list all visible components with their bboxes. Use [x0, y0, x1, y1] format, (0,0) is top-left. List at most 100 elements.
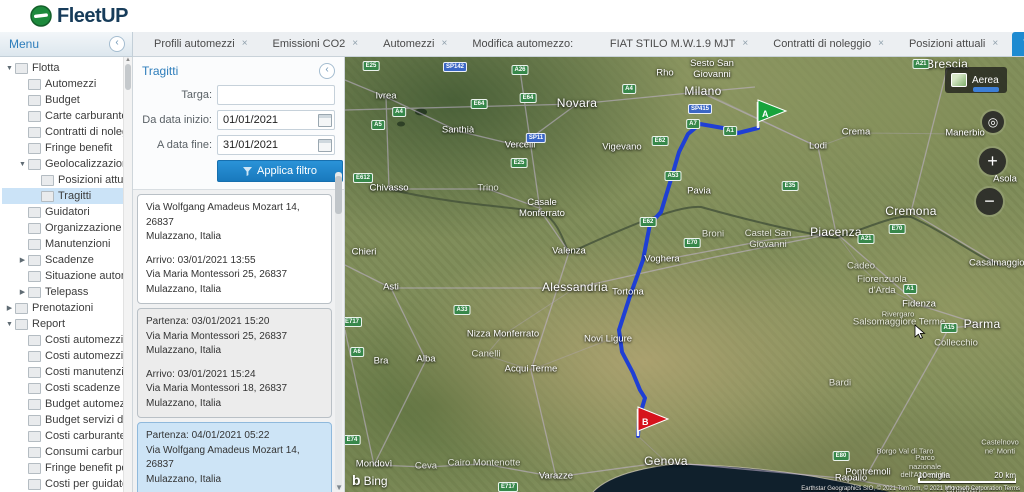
tree-item-icon — [28, 222, 41, 234]
tree-item-label: Fringe benefit pe... — [45, 462, 124, 474]
locate-button[interactable]: ◎ — [982, 111, 1004, 133]
sidebar-item-organizzazione[interactable]: Organizzazione — [2, 220, 124, 236]
trips-scrollbar[interactable] — [335, 172, 342, 490]
sidebar-item-tragitti[interactable]: Tragitti — [2, 188, 124, 204]
tab-6[interactable]: Tragitti× — [1012, 32, 1024, 56]
scroll-up-icon[interactable]: ▲ — [125, 57, 131, 63]
tab-4[interactable]: Contratti di noleggio × — [762, 32, 895, 56]
sidebar-item-report[interactable]: ▼ Report — [2, 316, 124, 332]
tab-close-icon[interactable]: × — [442, 39, 448, 49]
sidebar-item-geolocalizzazione[interactable]: ▼ Geolocalizzazione — [2, 156, 124, 172]
sidebar-item-costi-carburante[interactable]: Costi carburante — [2, 428, 124, 444]
sidebar-collapse-icon[interactable]: ‹ — [109, 36, 125, 52]
map-label-ivrea: Ivrea — [375, 90, 397, 102]
tree-item-label: Geolocalizzazione — [45, 158, 124, 170]
sidebar-item-telepass[interactable]: ▶ Telepass — [2, 284, 124, 300]
scale-km: 20 km — [994, 471, 1016, 480]
tab-1[interactable]: Emissioni CO2 × — [262, 32, 370, 56]
tree-item-label: Posizioni attuali — [58, 174, 124, 186]
map-label-chivasso: Chivasso — [369, 182, 409, 194]
tab-close-icon[interactable]: × — [242, 39, 248, 49]
tab-close-icon[interactable]: × — [352, 39, 358, 49]
trip-card-1[interactable]: Partenza: 03/01/2021 15:20 Via Maria Mont… — [137, 308, 332, 418]
road-shield-a5: A5 — [371, 120, 385, 130]
sidebar-item-budget[interactable]: Budget — [2, 92, 124, 108]
sidebar-item-costi-scadenze[interactable]: Costi scadenze — [2, 380, 124, 396]
sidebar-item-flotta[interactable]: ▼ Flotta — [2, 60, 124, 76]
map-label-manerbio: Manerbio — [945, 127, 985, 139]
tab-close-icon[interactable]: × — [878, 39, 884, 49]
scroll-down-icon[interactable]: ▼ — [335, 483, 343, 492]
trip-card-line: Arrivo: 03/01/2021 13:55 — [146, 254, 256, 266]
tree-item-label: Fringe benefit — [45, 142, 113, 154]
end-flag-b[interactable]: B — [636, 406, 670, 436]
tree-item-icon — [28, 366, 41, 378]
map-label-cadeo: Cadeo — [847, 260, 875, 272]
calendar-icon[interactable] — [318, 139, 332, 152]
tree-item-icon — [28, 158, 41, 170]
sidebar-item-costi-automezzi[interactable]: Costi automezzi (... — [2, 348, 124, 364]
zoom-out-button[interactable]: − — [976, 188, 1003, 215]
apply-filter-button[interactable]: Applica filtro — [217, 160, 343, 182]
road-shield-e80: E80 — [832, 451, 850, 461]
sidebar-item-posizioni-attuali[interactable]: Posizioni attuali — [2, 172, 124, 188]
map-label-sesto-san-giovanni: Sesto San Giovanni — [690, 58, 734, 80]
sidebar-item-budget-automezzi[interactable]: Budget automezzi — [2, 396, 124, 412]
road-shield-a21: A21 — [857, 234, 875, 244]
menu-title: Menu — [9, 37, 40, 51]
tab-3[interactable]: Modifica automezzo: FIAT STILO M.W.1.9 M… — [461, 32, 759, 56]
sidebar-item-budget-servizi-di[interactable]: Budget servizi di... — [2, 412, 124, 428]
sidebar-item-contratti-di-noleg[interactable]: Contratti di noleg... — [2, 124, 124, 140]
card-line-gap — [146, 487, 323, 492]
map-label-crema: Crema — [841, 126, 871, 138]
map-label-santhi: Santhià — [441, 124, 475, 136]
calendar-icon[interactable] — [318, 114, 332, 127]
tree-item-label: Organizzazione — [45, 222, 122, 234]
road-shield-a4: A4 — [392, 107, 406, 117]
sidebar-item-situazione-autom[interactable]: Situazione autom... — [2, 268, 124, 284]
sidebar-item-guidatori[interactable]: Guidatori — [2, 204, 124, 220]
sidebar-item-fringe-benefit[interactable]: Fringe benefit — [2, 140, 124, 156]
zoom-in-button[interactable]: + — [979, 148, 1006, 175]
sidebar-item-carte-carburante[interactable]: Carte carburante — [2, 108, 124, 124]
sidebar-item-costi-manutenzio[interactable]: Costi manutenzio... — [2, 364, 124, 380]
scrollbar-thumb[interactable] — [125, 64, 131, 90]
tab-close-icon[interactable]: × — [992, 39, 998, 49]
sidebar-item-manutenzioni[interactable]: Manutenzioni — [2, 236, 124, 252]
sidebar-item-fringe-benefit-pe[interactable]: Fringe benefit pe... — [2, 460, 124, 476]
sidebar-item-costi-automezzi[interactable]: Costi automezzi — [2, 332, 124, 348]
sidebar-item-automezzi[interactable]: Automezzi — [2, 76, 124, 92]
map-label-mondov: Mondovì — [355, 458, 393, 470]
map-label-vigevano: Vigevano — [602, 141, 642, 153]
trip-card-2[interactable]: Partenza: 04/01/2021 05:22 Via Wolfgang A… — [137, 422, 332, 492]
sidebar-item-consumi-carbura[interactable]: Consumi carbura... — [2, 444, 124, 460]
bing-logo[interactable]: b Bing — [352, 472, 388, 488]
scale-line — [918, 478, 1016, 483]
tab-2[interactable]: Automezzi × — [372, 32, 458, 56]
bing-wordmark: Bing — [363, 474, 388, 488]
tab-0[interactable]: Profili automezzi × — [143, 32, 259, 56]
tree-item-label: Costi carburante — [45, 430, 124, 442]
start-flag-a[interactable]: A — [756, 99, 788, 128]
trip-card-line: Mulazzano, Italia — [146, 283, 222, 295]
main-body: ▼ Flotta Automezzi Budget Carte carburante Co… — [0, 57, 1024, 492]
tab-close-icon[interactable]: × — [742, 39, 748, 49]
sidebar-item-costi-per-guidatore[interactable]: Costi per guidatore — [2, 476, 124, 492]
sidebar-scrollbar[interactable]: ▲ — [123, 57, 132, 492]
sidebar-item-scadenze[interactable]: ▶ Scadenze — [2, 252, 124, 268]
tree-item-label: Automezzi — [45, 78, 97, 90]
road-shield-sp142: SP142 — [442, 62, 468, 72]
map-label-parma: Parma — [963, 317, 1001, 332]
tree-item-label: Costi automezzi — [45, 334, 124, 346]
sidebar-item-prenotazioni[interactable]: ▶ Prenotazioni — [2, 300, 124, 316]
map-canvas[interactable]: A B Milano Sesto San Giovanni Rho Novara Ivr… — [345, 57, 1024, 492]
trip-card-0[interactable]: Via Wolfgang Amadeus Mozart 14, 26837 Mul… — [137, 194, 332, 304]
scrollbar-thumb[interactable] — [335, 176, 342, 214]
tab-bar: Profili automezzi × Emissioni CO2 × Automezz… — [133, 32, 1024, 57]
tab-5[interactable]: Posizioni attuali × — [898, 32, 1009, 56]
map-label-milano: Milano — [684, 84, 722, 99]
map-layer-icon — [951, 73, 967, 87]
panel-collapse-icon[interactable]: ‹ — [319, 62, 335, 79]
road-shield-sp415: SP415 — [687, 104, 713, 114]
targa-input[interactable] — [217, 85, 335, 105]
